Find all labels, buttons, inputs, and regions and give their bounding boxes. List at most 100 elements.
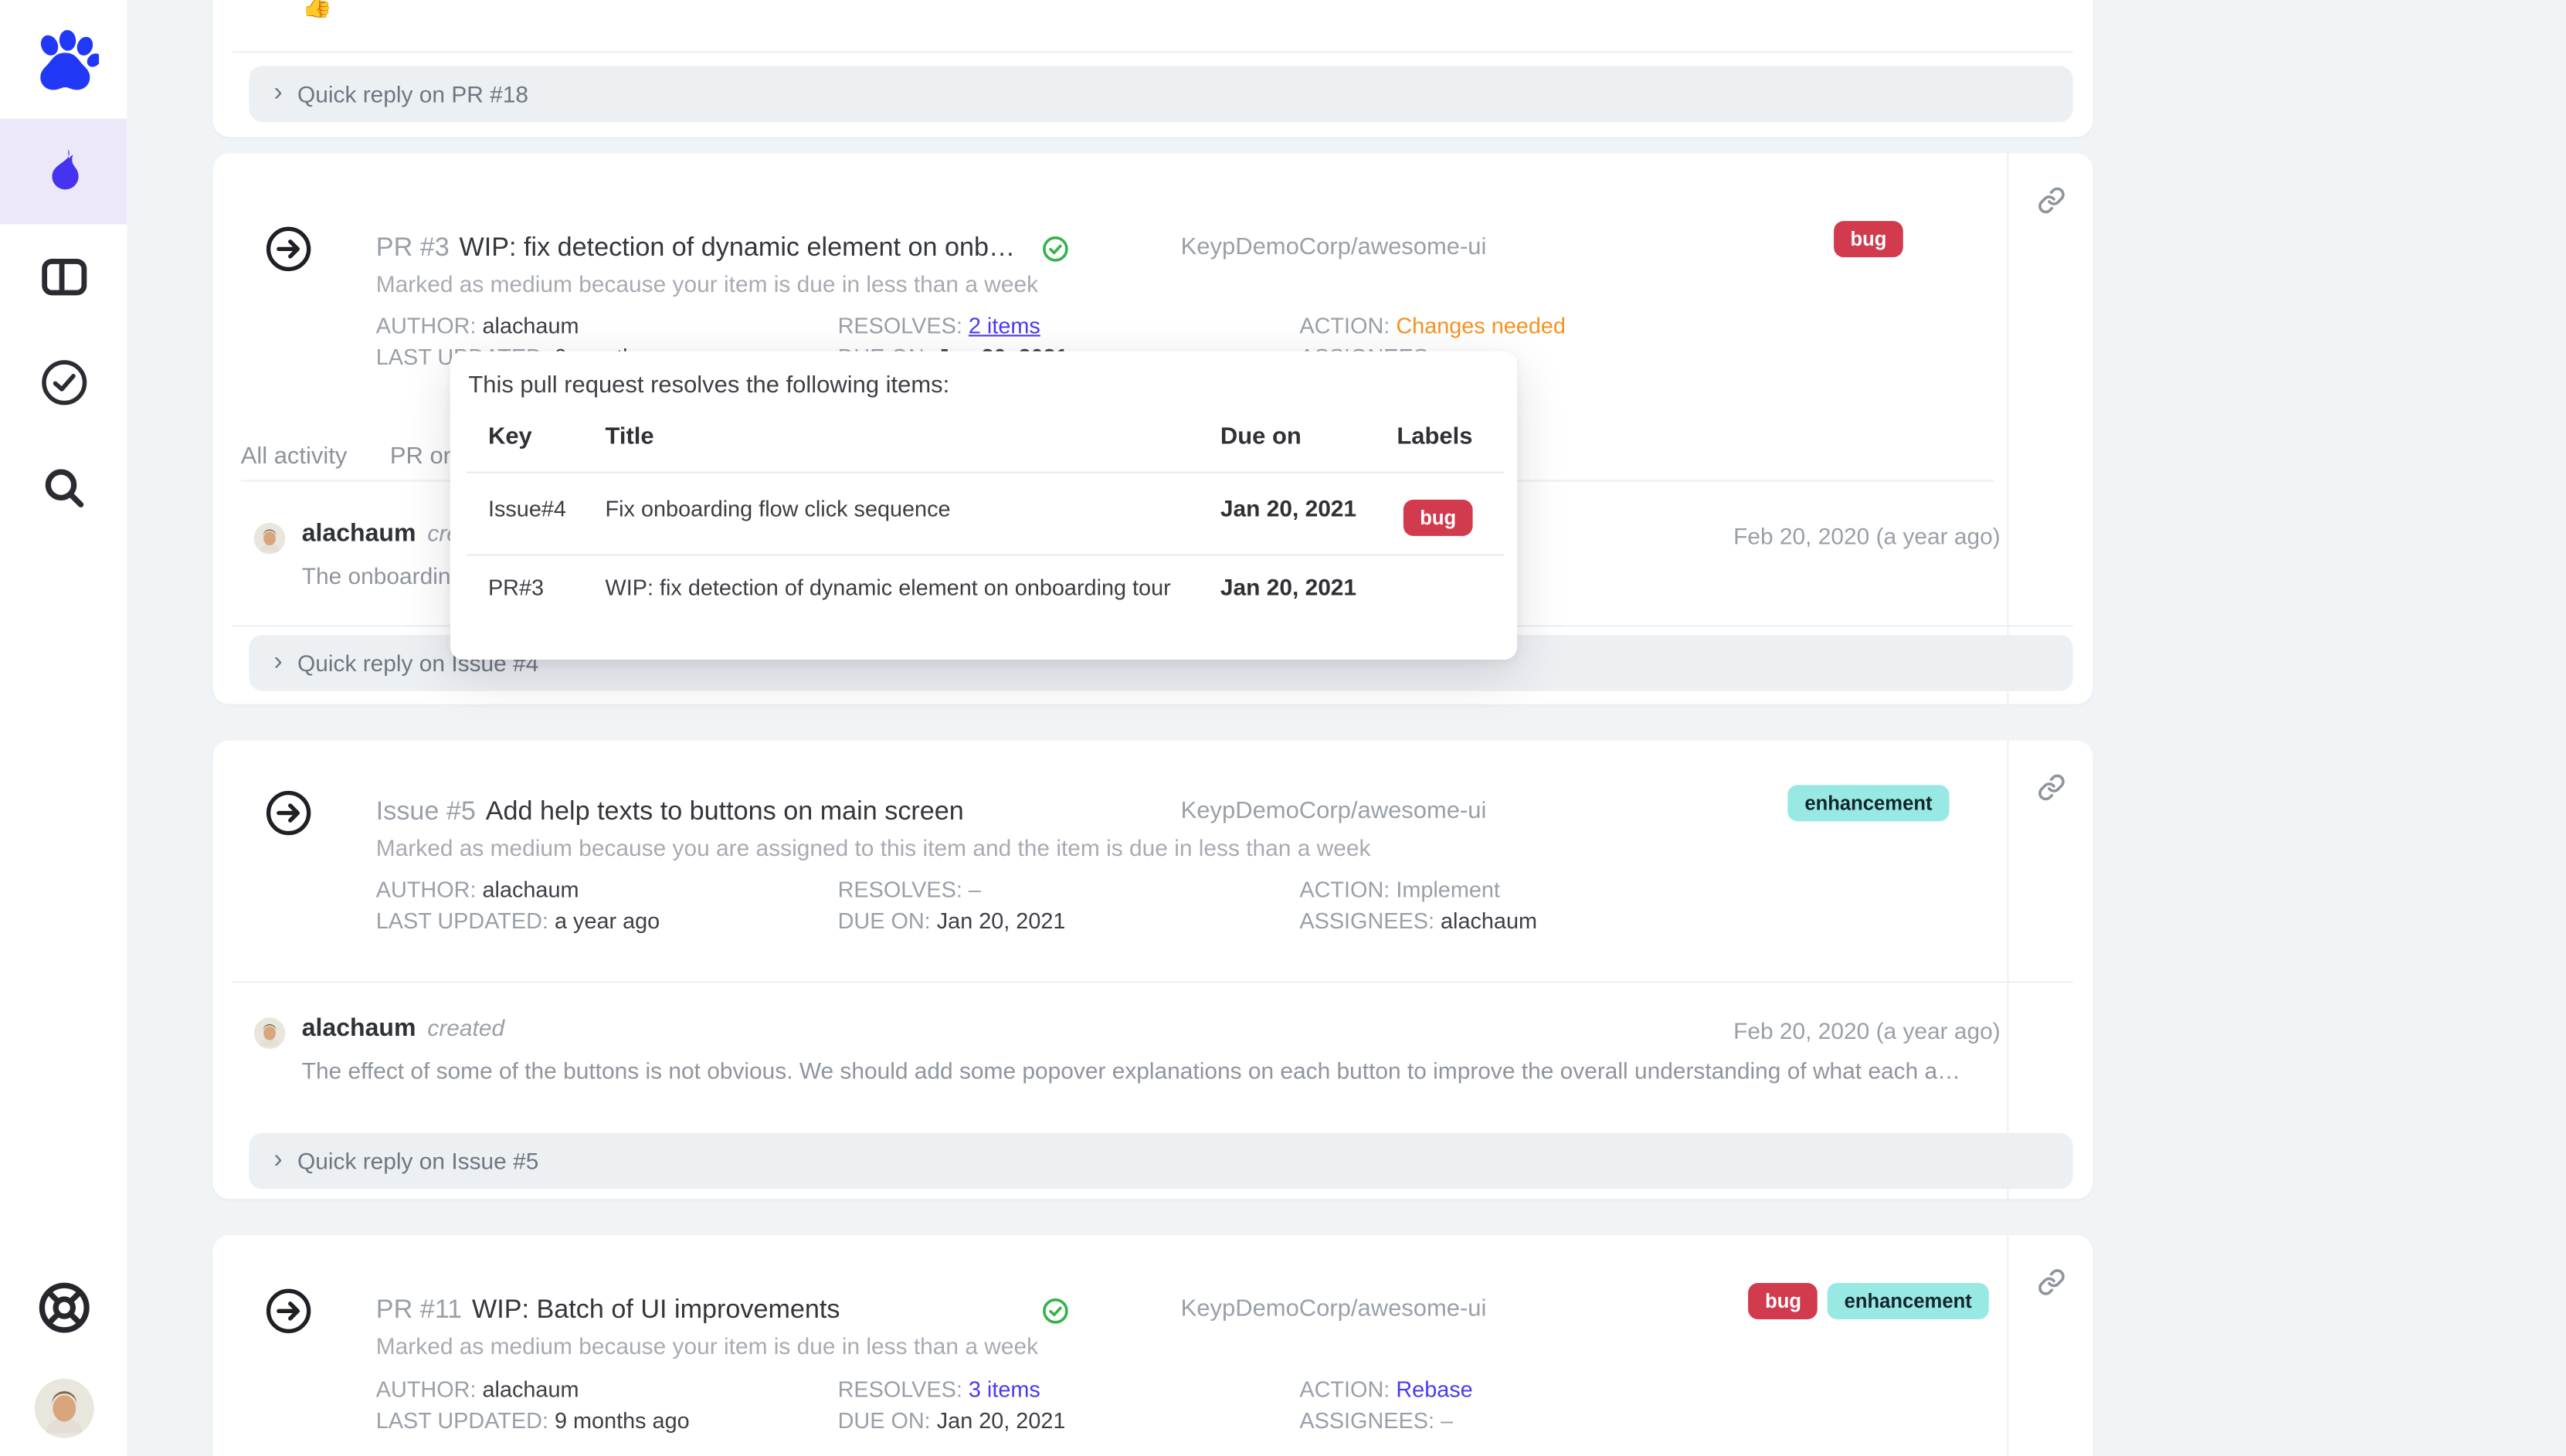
comment-author: alachaum — [302, 520, 416, 548]
popover-row-title: WIP: fix detection of dynamic element on… — [606, 575, 1171, 600]
sidebar-item-activity-feed[interactable] — [0, 119, 127, 225]
item-key: PR #3 — [376, 234, 450, 263]
avatar — [254, 523, 286, 555]
label-badges: bug enhancement — [1736, 1283, 2001, 1319]
item-key: Issue #5 — [376, 798, 476, 827]
popover-col-title: Title — [606, 424, 654, 450]
comment-text: The effect of some of the buttons is not… — [302, 1057, 2001, 1084]
action-link[interactable]: Rebase — [1396, 1377, 1472, 1402]
meta-action: ACTION: Changes needed — [1299, 310, 1977, 341]
popover-row-due: Jan 20, 2021 — [1220, 574, 1356, 600]
item-key: PR #11 — [376, 1296, 462, 1325]
popover-col-key: Key — [488, 424, 532, 450]
priority-subtitle: Marked as medium because your item is du… — [376, 270, 1977, 297]
link-column — [2007, 1235, 2093, 1456]
repo-name: KeypDemoCorp/awesome-ui — [1181, 234, 1487, 260]
sidebar — [0, 0, 127, 1456]
activity-feed: 👍 › Quick reply on PR #18 — [212, 0, 2093, 1456]
item-title[interactable]: Add help texts to buttons on main screen — [486, 798, 964, 827]
sidebar-item-profile[interactable] — [0, 1360, 127, 1456]
meta-resolves: RESOLVES: – — [838, 874, 1300, 906]
popover-row-key: PR#3 — [488, 575, 544, 600]
sidebar-item-tasks[interactable] — [0, 330, 127, 436]
divider — [233, 981, 2073, 983]
divider — [233, 51, 2073, 53]
divider — [467, 554, 1504, 555]
link-column — [2007, 154, 2093, 704]
meta-assignees: ASSIGNEES: alachaum — [1299, 905, 1977, 937]
sidebar-item-board[interactable] — [0, 224, 127, 330]
thumbs-up-reaction[interactable]: 👍 — [302, 0, 333, 18]
search-icon — [40, 465, 87, 511]
resolves-link[interactable]: 2 items — [969, 314, 1040, 338]
avatar — [34, 1379, 93, 1438]
meta-due-on: DUE ON: Jan 20, 2021 — [838, 1405, 1300, 1437]
label-badge-bug: bug — [1403, 500, 1473, 536]
item-title-wrap: PR #11 WIP: Batch of UI improvements — [376, 1296, 1029, 1325]
life-buoy-icon — [36, 1280, 92, 1336]
popover-col-due: Due on — [1220, 424, 1302, 450]
link-icon[interactable] — [2037, 1268, 2065, 1296]
meta-author: AUTHOR: alachaum — [376, 1373, 838, 1405]
quick-reply-bar-pr-18[interactable]: › Quick reply on PR #18 — [249, 66, 2072, 122]
checks-passed-icon — [1042, 236, 1068, 262]
check-circle-icon — [39, 358, 88, 407]
meta-author: AUTHOR: alachaum — [376, 310, 838, 341]
sidebar-item-search[interactable] — [0, 436, 127, 541]
avatar — [254, 1017, 286, 1049]
quick-reply-label: Quick reply on Issue #5 — [297, 1148, 538, 1174]
item-title[interactable]: WIP: Batch of UI improvements — [472, 1296, 840, 1325]
tab-all-activity[interactable]: All activity — [241, 443, 348, 470]
repo-name: KeypDemoCorp/awesome-ui — [1181, 798, 1487, 824]
popover-row-key: Issue#4 — [488, 497, 566, 521]
tab-pr-filter[interactable]: PR on — [390, 443, 457, 470]
resolves-popover: This pull request resolves the following… — [450, 351, 1517, 660]
quick-reply-label: Quick reply on PR #18 — [297, 81, 528, 107]
comment-date: Feb 20, 2020 (a year ago) — [1733, 523, 2001, 549]
meta-row-1: AUTHOR: alachaum RESOLVES: – ACTION: Imp… — [376, 874, 1977, 906]
link-icon[interactable] — [2037, 773, 2065, 801]
label-badge-bug: bug — [1749, 1283, 1818, 1319]
item-title-wrap: Issue #5 Add help texts to buttons on ma… — [376, 798, 1029, 827]
app-logo[interactable] — [0, 3, 127, 118]
sidebar-spacer — [0, 541, 127, 1254]
divider — [467, 472, 1504, 473]
meta-action: ACTION: Rebase — [1299, 1373, 1977, 1405]
checks-passed-icon — [1042, 1298, 1068, 1324]
meta-assignees: ASSIGNEES: – — [1299, 1405, 1977, 1437]
card-pr-18: 👍 › Quick reply on PR #18 — [212, 0, 2093, 137]
chevron-right-icon: › — [273, 81, 282, 107]
link-column — [2007, 741, 2093, 1200]
comment-author: alachaum — [302, 1014, 416, 1042]
priority-subtitle: Marked as medium because you are assigne… — [376, 834, 1977, 860]
label-badges: enhancement — [1736, 785, 2001, 821]
card-pr-11: PR #11 WIP: Batch of UI improvements Key… — [212, 1235, 2093, 1456]
resolves-link[interactable]: 3 items — [969, 1377, 1040, 1402]
open-item-icon[interactable] — [266, 226, 312, 272]
meta-action: ACTION: Implement — [1299, 874, 1977, 906]
popover-row-title: Fix onboarding flow click sequence — [606, 497, 951, 521]
popover-col-labels: Labels — [1397, 424, 1472, 450]
chevron-right-icon: › — [273, 650, 282, 676]
meta-resolves: RESOLVES: 2 items — [838, 310, 1300, 341]
label-badge-enhancement: enhancement — [1828, 1283, 1988, 1319]
open-item-icon[interactable] — [266, 1288, 312, 1334]
comment-date: Feb 20, 2020 (a year ago) — [1733, 1017, 2001, 1044]
quick-reply-bar-issue-5[interactable]: › Quick reply on Issue #5 — [249, 1133, 2072, 1190]
meta-row-1: AUTHOR: alachaum RESOLVES: 3 items ACTIO… — [376, 1373, 1977, 1405]
chevron-right-icon: › — [273, 1148, 282, 1174]
meta-due-on: DUE ON: Jan 20, 2021 — [838, 905, 1300, 937]
open-item-icon[interactable] — [266, 790, 312, 837]
item-title[interactable]: WIP: fix detection of dynamic element on… — [460, 234, 1030, 263]
app-viewport: 👍 › Quick reply on PR #18 — [0, 0, 2566, 1456]
label-badges: bug — [1736, 221, 2001, 257]
repo-name: KeypDemoCorp/awesome-ui — [1181, 1296, 1487, 1322]
label-badge-enhancement: enhancement — [1788, 785, 1949, 821]
card-issue-5: Issue #5 Add help texts to buttons on ma… — [212, 741, 2093, 1200]
link-icon[interactable] — [2037, 186, 2065, 214]
meta-author: AUTHOR: alachaum — [376, 874, 838, 906]
meta-resolves: RESOLVES: 3 items — [838, 1373, 1300, 1405]
sidebar-item-help[interactable] — [0, 1255, 127, 1361]
columns-icon — [40, 257, 87, 297]
item-title-wrap: PR #3 WIP: fix detection of dynamic elem… — [376, 234, 1029, 263]
